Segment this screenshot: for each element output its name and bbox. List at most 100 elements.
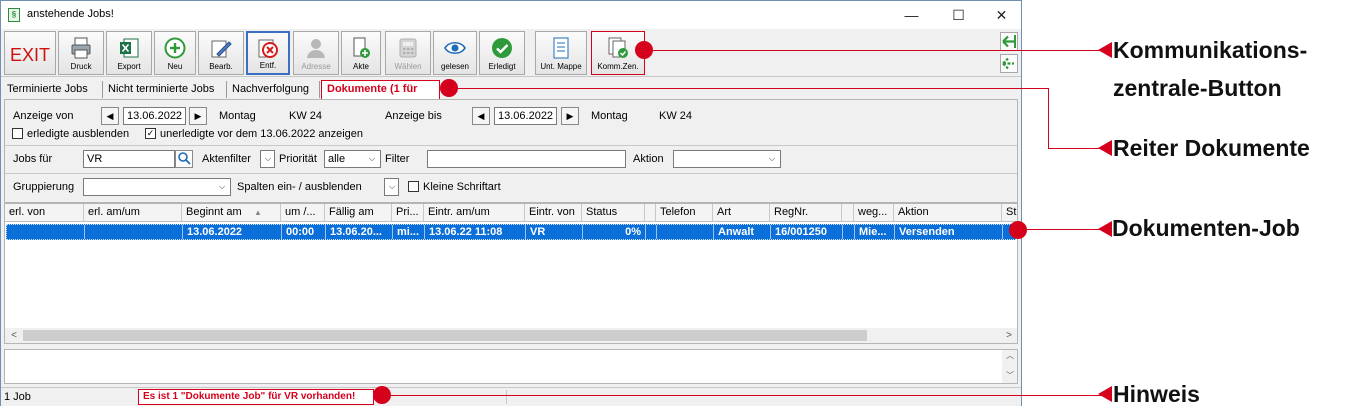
plus-circle-icon [164, 37, 186, 59]
hide-done-checkbox[interactable] [12, 128, 23, 139]
from-next-button[interactable]: ▶ [189, 107, 207, 125]
horizontal-scrollbar[interactable]: < > [5, 328, 1017, 343]
expand-panel-button[interactable] [1000, 54, 1018, 73]
close-button[interactable]: ✕ [979, 3, 1024, 27]
column-header[interactable]: Eintr. am/um [424, 204, 525, 222]
communication-center-label: Komm.Zen. [597, 62, 639, 71]
triangle-right-icon: ▶ [194, 111, 202, 121]
documents-check-icon [608, 37, 628, 58]
cell-way: Mie... [855, 225, 895, 239]
callout-communication-center-line1: Kommunikations- [1113, 37, 1308, 63]
scroll-up-icon[interactable]: ︿ [1002, 350, 1018, 362]
read-button[interactable]: gelesen [433, 31, 477, 75]
status-hint: Es ist 1 "Dokumente Job" für VR vorhande… [138, 389, 374, 405]
column-header[interactable]: RegNr. [770, 204, 842, 222]
export-button[interactable]: Export [106, 31, 152, 75]
show-undone-checkbox[interactable]: ✓ [145, 128, 156, 139]
column-header[interactable]: weg... [854, 204, 894, 222]
tab-terminated-jobs[interactable]: Terminierte Jobs [2, 81, 103, 98]
column-header[interactable] [645, 204, 656, 222]
priority-select[interactable]: alle ⌵ [324, 150, 381, 168]
action-select[interactable]: ⌵ [673, 150, 781, 168]
edit-label: Bearb. [209, 62, 233, 71]
grouping-select[interactable]: ⌵ [83, 178, 231, 196]
notes-area[interactable]: ︿ ﹀ [4, 349, 1018, 384]
cell-action: Versenden [895, 225, 1003, 239]
column-header[interactable]: erl. von [5, 204, 84, 222]
sub-folder-button[interactable]: Unt. Mappe [535, 31, 587, 75]
filter-field[interactable] [427, 150, 626, 168]
small-font-checkbox[interactable] [408, 181, 419, 192]
to-next-button[interactable]: ▶ [561, 107, 579, 125]
print-label: Druck [70, 62, 92, 71]
tab-follow-up[interactable]: Nachverfolgung [227, 81, 320, 98]
callout-line [391, 395, 1104, 396]
callout-documents-tab: Reiter Dokumente [1113, 135, 1310, 161]
file-button[interactable]: Akte [341, 31, 381, 75]
collapse-panel-button[interactable] [1000, 32, 1018, 51]
triangle-left-icon: ◀ [106, 111, 114, 121]
maximize-button[interactable]: ☐ [936, 3, 981, 27]
scroll-left-icon[interactable]: < [6, 328, 22, 343]
table-row[interactable]: 13.06.2022 00:00 13.06.20... mi... 13.06… [6, 224, 1016, 240]
done-button[interactable]: Erledigt [479, 31, 525, 75]
toolbar: EXIT Druck Export Neu Bearb. Entf. Adres… [1, 29, 1021, 77]
tab-not-terminated-jobs[interactable]: Nicht terminierte Jobs [103, 81, 227, 98]
from-label: Anzeige von [13, 110, 74, 122]
exit-label: EXIT [9, 45, 50, 65]
filter-panel: Anzeige von ◀ 13.06.2022 ▶ Montag KW 24 … [4, 99, 1018, 203]
delete-button[interactable]: Entf. [246, 31, 290, 75]
edit-button[interactable]: Bearb. [198, 31, 244, 75]
column-header[interactable]: um /... [281, 204, 325, 222]
new-button[interactable]: Neu [154, 31, 196, 75]
column-header[interactable]: Pri... [392, 204, 424, 222]
hide-done-label: erledigte ausblenden [27, 128, 130, 140]
dial-button[interactable]: Wählen [385, 31, 431, 75]
app-icon: § [8, 8, 20, 22]
jobs-for-field[interactable]: VR [83, 150, 175, 168]
callout-marker [635, 41, 653, 59]
to-date-field[interactable]: 13.06.2022 [494, 107, 557, 125]
column-header[interactable]: St [1002, 204, 1017, 222]
scroll-right-icon[interactable]: > [1001, 328, 1017, 343]
triangle-right-icon: ▶ [566, 111, 574, 121]
scrollbar-thumb[interactable] [23, 330, 867, 341]
excel-icon [120, 38, 139, 58]
from-week: KW 24 [289, 110, 323, 122]
from-date-field[interactable]: 13.06.2022 [123, 107, 186, 125]
from-prev-button[interactable]: ◀ [101, 107, 119, 125]
arrow-left-icon [1098, 221, 1112, 237]
column-header[interactable]: Aktion [894, 204, 1002, 222]
column-header[interactable]: Eintr. von [525, 204, 582, 222]
scroll-down-icon[interactable]: ﹀ [1002, 370, 1018, 382]
print-button[interactable]: Druck [58, 31, 104, 75]
column-header[interactable]: Art [713, 204, 770, 222]
column-header-label: Beginnt am [186, 206, 242, 218]
cell-starts-on: 13.06.2022 [183, 225, 282, 239]
search-button[interactable] [175, 150, 193, 168]
to-prev-button[interactable]: ◀ [472, 107, 490, 125]
status-bar: 1 Job Es ist 1 "Dokumente Job" für VR vo… [1, 387, 1021, 406]
column-header[interactable]: erl. am/um [84, 204, 182, 222]
person-icon [307, 39, 325, 58]
column-header[interactable] [842, 204, 854, 222]
eye-icon [444, 41, 466, 55]
column-header[interactable]: Beginnt am ▲ [182, 204, 281, 222]
cell-done-at [85, 225, 183, 239]
job-count: 1 Job [4, 391, 31, 403]
vertical-scrollbar[interactable]: ︿ ﹀ [1002, 350, 1017, 383]
address-button[interactable]: Adresse [293, 31, 339, 75]
minimize-button[interactable]: — [889, 3, 934, 27]
columns-dropdown[interactable]: ⌵ [384, 178, 399, 196]
checkmark-icon: ✓ [146, 128, 155, 138]
file-filter-dropdown[interactable]: ⌵ [260, 150, 275, 168]
phone-icon [399, 38, 417, 58]
column-header[interactable]: Telefon [656, 204, 713, 222]
column-header[interactable]: Status [582, 204, 645, 222]
column-header[interactable]: Fällig am [325, 204, 392, 222]
exit-button[interactable]: EXIT [4, 31, 56, 75]
new-label: Neu [167, 62, 183, 71]
arrow-left-icon [1098, 140, 1112, 156]
tab-documents[interactable]: Dokumente (1 für VR) [321, 80, 440, 111]
callout-line [1048, 148, 1104, 149]
